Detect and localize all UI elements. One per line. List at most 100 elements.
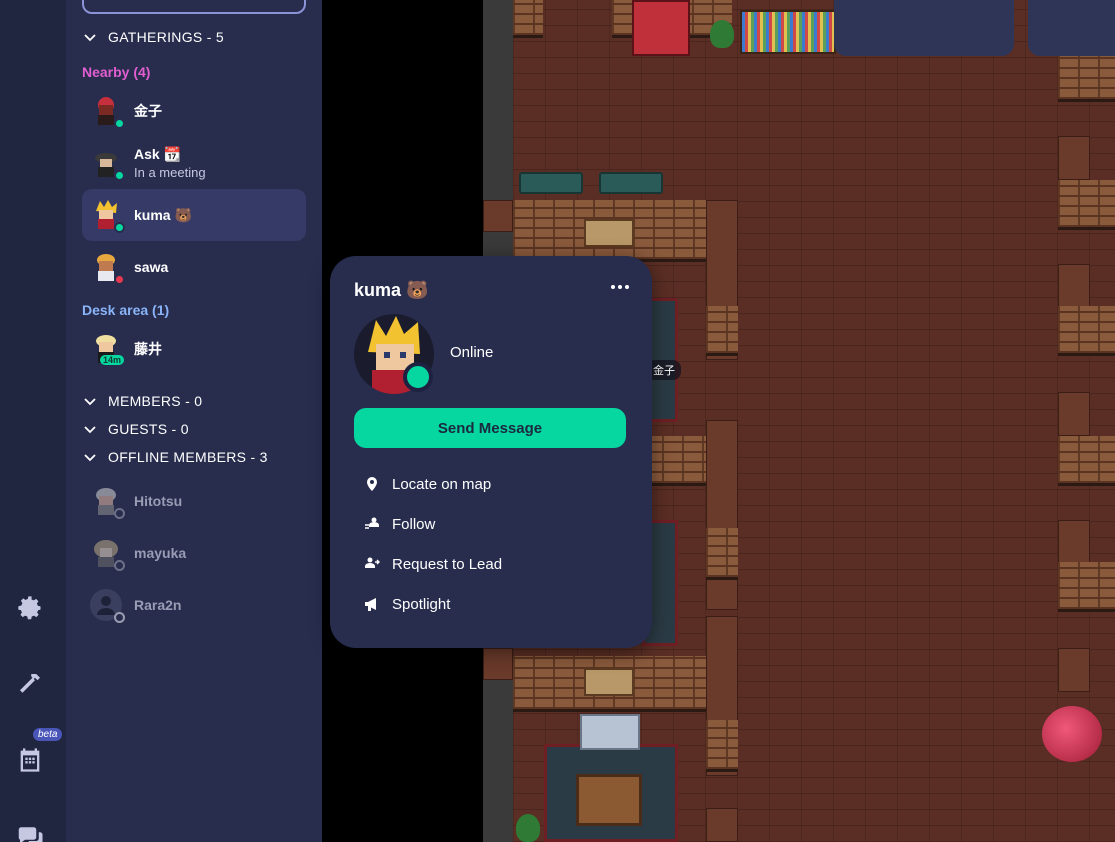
brick-wall (706, 720, 738, 772)
bench (599, 172, 663, 194)
avatar (90, 537, 125, 571)
participant-name: 藤井 (134, 341, 162, 357)
plant (516, 814, 540, 842)
follow-menu-item[interactable]: Follow (354, 506, 626, 542)
bulletin-board (584, 668, 634, 696)
partition-wall (706, 420, 738, 610)
participant-row[interactable]: Ask 📆 In a meeting (82, 137, 306, 189)
participant-name: Hitotsu (134, 493, 183, 509)
avatar (90, 147, 125, 181)
participant-status-text: In a meeting (134, 165, 206, 180)
megaphone-icon (365, 598, 376, 611)
participant-name: Rara2n (134, 597, 182, 613)
spotlight-menu-item[interactable]: Spotlight (354, 586, 626, 622)
bookshelf (740, 10, 836, 54)
partition-wall (1058, 264, 1090, 308)
participant-name: sawa (134, 259, 169, 275)
settings-icon[interactable] (14, 592, 46, 624)
plant (710, 20, 734, 48)
status-online-indicator (403, 362, 433, 392)
status-busy-indicator (114, 274, 125, 285)
offline-members-section-label: OFFLINE MEMBERS - 3 (108, 449, 268, 465)
avatar (90, 199, 125, 233)
gatherings-section-label: GATHERINGS - 5 (108, 29, 224, 45)
chevron-down-icon (84, 454, 96, 462)
popup-status-text: Online (450, 344, 494, 361)
status-offline-indicator (114, 508, 125, 519)
participant-row[interactable]: sawa (82, 241, 306, 293)
brick-wall (513, 0, 543, 38)
lead-icon (365, 557, 380, 568)
chevron-down-icon (84, 426, 96, 434)
participant-name: 金子 (134, 103, 162, 119)
avatar: 14m (90, 333, 125, 365)
video-tile (834, 0, 1014, 56)
offline-members-section-toggle[interactable]: OFFLINE MEMBERS - 3 (82, 449, 268, 465)
members-section-toggle[interactable]: MEMBERS - 0 (82, 393, 202, 409)
partition-wall (1058, 136, 1090, 180)
location-pin-icon (367, 477, 377, 491)
partition-wall (706, 808, 738, 842)
chat-icon[interactable] (14, 820, 46, 842)
build-hammer-icon[interactable] (14, 668, 46, 700)
app-root: beta GATHERINGS - 5 Nearby (4) 金子 Ask 📆 … (0, 0, 1115, 842)
guests-section-toggle[interactable]: GUESTS - 0 (82, 421, 189, 437)
more-options-button[interactable] (608, 280, 632, 294)
bench (519, 172, 583, 194)
guests-section-label: GUESTS - 0 (108, 421, 189, 437)
bulletin-board (584, 219, 634, 247)
search-input[interactable] (82, 0, 306, 14)
brick-wall (1058, 562, 1115, 612)
participant-name: kuma 🐻 (134, 206, 192, 223)
status-online-indicator (114, 118, 125, 129)
chevron-down-icon (84, 398, 96, 406)
nearby-group-label: Nearby (4) (82, 64, 151, 80)
request-to-lead-menu-item[interactable]: Request to Lead (354, 546, 626, 582)
participant-row[interactable]: 金子 (82, 85, 306, 137)
icon-rail: beta (0, 0, 66, 842)
whiteboard (580, 714, 640, 750)
status-offline-indicator (114, 560, 125, 571)
flower-tree (1042, 706, 1102, 762)
status-offline-indicator (114, 612, 125, 623)
avatar-name-tag: 金子 (647, 360, 681, 380)
avatar (90, 589, 125, 623)
menu-item-label: Follow (392, 515, 436, 533)
vending-machine (632, 0, 690, 56)
menu-item-label: Locate on map (392, 475, 492, 493)
status-online-indicator (114, 222, 125, 233)
partition-wall (1058, 520, 1090, 564)
follow-icon (365, 517, 379, 529)
send-message-button[interactable]: Send Message (354, 408, 626, 448)
table (576, 774, 642, 826)
status-online-indicator (114, 170, 125, 181)
participant-popup: kuma 🐻 Online Send Message Locate on map… (330, 256, 652, 648)
gatherings-section-toggle[interactable]: GATHERINGS - 5 (82, 29, 224, 45)
partition-wall (1058, 648, 1090, 692)
menu-item-label: Spotlight (392, 595, 451, 613)
brick-wall (1058, 436, 1115, 486)
partition-wall (1058, 392, 1090, 436)
participant-name: Ask 📆 (134, 146, 182, 162)
participant-name: mayuka (134, 545, 187, 561)
brick-wall (1058, 56, 1115, 102)
locate-on-map-menu-item[interactable]: Locate on map (354, 466, 626, 502)
menu-item-label: Request to Lead (392, 555, 503, 573)
members-section-label: MEMBERS - 0 (108, 393, 203, 409)
brick-wall (1058, 306, 1115, 356)
offline-participant-row[interactable]: mayuka (82, 527, 306, 579)
avatar (90, 251, 125, 285)
brick-wall (706, 306, 738, 356)
doorway (483, 648, 513, 680)
participant-row-selected[interactable]: kuma 🐻 (82, 189, 306, 241)
brick-wall (1058, 180, 1115, 230)
avatar (90, 95, 125, 129)
beta-badge: beta (33, 728, 63, 741)
avatar (90, 485, 125, 519)
desk-area-group-label: Desk area (1) (82, 302, 170, 318)
calendar-icon[interactable] (14, 744, 46, 776)
offline-participant-row[interactable]: Hitotsu (82, 475, 306, 527)
participant-row[interactable]: 14m 藤井 (82, 323, 306, 375)
offline-participant-row[interactable]: Rara2n (82, 579, 306, 631)
idle-time-badge: 14m (100, 355, 125, 365)
